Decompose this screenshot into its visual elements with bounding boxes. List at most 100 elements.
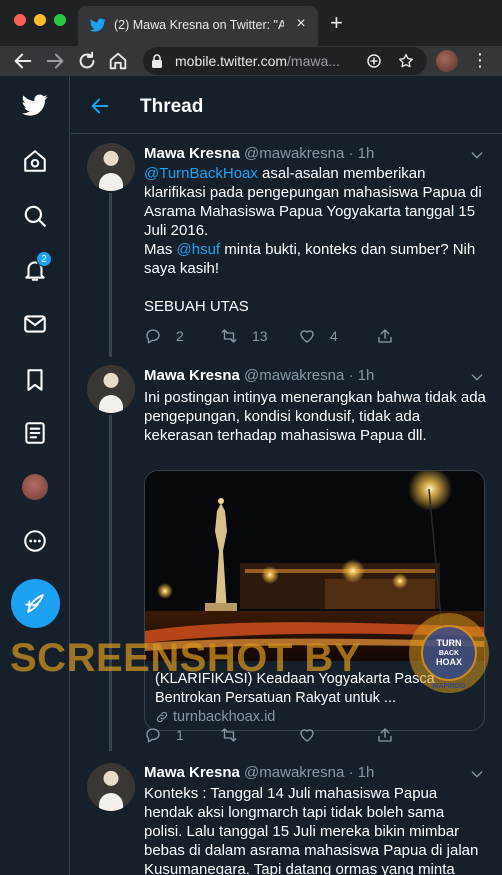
like-button[interactable]: 4 [298, 326, 338, 346]
avatar[interactable] [87, 365, 135, 413]
search-icon [24, 205, 46, 227]
retweet-button[interactable]: 13 [220, 326, 268, 346]
profile-avatar[interactable] [22, 474, 48, 500]
compose-tweet-button[interactable] [11, 579, 60, 628]
author-handle[interactable]: @mawakresna · 1h [244, 145, 374, 162]
mail-icon [24, 315, 46, 333]
twitter-bird-icon [22, 94, 48, 116]
retweet-count: 13 [252, 328, 268, 344]
back-arrow-icon[interactable] [12, 50, 34, 72]
url-host: mobile.twitter.com [175, 53, 288, 69]
thread-header: Thread [71, 76, 502, 134]
tweet[interactable]: Mawa Kresna @mawakresna · 1h @TurnBackHo… [71, 135, 502, 357]
chevron-down-icon[interactable] [469, 369, 485, 385]
url-text: mobile.twitter.com/mawa... [175, 53, 340, 69]
compose-icon [25, 594, 44, 613]
watermark-text: SCREENSHOT BY [10, 636, 361, 680]
thread-connector [109, 193, 112, 357]
card-domain: turnbackhoax.id [155, 709, 275, 725]
nav-lists[interactable] [20, 418, 50, 448]
author-name[interactable]: Mawa Kresna [144, 367, 240, 384]
tweet-meta: Mawa Kresna @mawakresna · 1h [144, 764, 374, 781]
tab-close-button[interactable]: × [292, 15, 310, 33]
author-handle[interactable]: @mawakresna · 1h [244, 764, 374, 781]
tweet-text: @TurnBackHoax asal-asalan memberikan kla… [144, 164, 486, 316]
forward-arrow-icon[interactable] [44, 50, 66, 72]
author-name[interactable]: Mawa Kresna [144, 145, 240, 162]
tab-title: (2) Mawa Kresna on Twitter: "A [114, 18, 284, 32]
browser-tabbar: (2) Mawa Kresna on Twitter: "A × + [0, 0, 502, 46]
more-icon [24, 530, 46, 552]
reply-count: 1 [176, 727, 184, 743]
heart-icon [300, 330, 314, 343]
turnbackhoax-logo: TURN BACK HOAX MAFINDO [409, 613, 489, 693]
author-handle[interactable]: @mawakresna · 1h [244, 367, 374, 384]
bookmark-star-icon[interactable] [397, 52, 415, 70]
lock-icon [152, 54, 162, 68]
tweet-text: Konteks : Tanggal 14 Juli mahasiswa Papu… [144, 785, 479, 875]
nav-explore[interactable] [20, 201, 50, 231]
tweet-meta: Mawa Kresna @mawakresna · 1h [144, 367, 374, 384]
tweet-actions: 1 [144, 725, 484, 745]
home-page-icon[interactable] [107, 50, 129, 72]
thread-connector [109, 415, 112, 751]
link-icon [156, 711, 168, 723]
mention-link[interactable]: @TurnBackHoax [144, 165, 258, 182]
bookmark-icon [27, 369, 43, 391]
reply-count: 2 [176, 328, 184, 344]
tweet-text: Ini postingan intinya menerangkan bahwa … [144, 389, 486, 444]
window-close-button[interactable] [14, 14, 26, 26]
browser-profile-avatar[interactable] [436, 50, 458, 72]
like-count: 4 [330, 328, 338, 344]
reply-button[interactable]: 1 [144, 725, 184, 745]
reply-button[interactable]: 2 [144, 326, 184, 346]
card-domain-text: turnbackhoax.id [173, 709, 276, 725]
tweet[interactable]: Mawa Kresna @mawakresna · 1h Konteks : T… [71, 751, 502, 875]
tweet-actions: 2 13 4 [144, 326, 484, 346]
logo-text-turn: TURN [437, 638, 462, 648]
window-zoom-button[interactable] [54, 14, 66, 26]
home-icon [24, 150, 46, 172]
twitter-logo[interactable] [20, 90, 50, 120]
avatar[interactable] [87, 143, 135, 191]
chevron-down-icon[interactable] [469, 147, 485, 163]
browser-toolbar: mobile.twitter.com/mawa... ⋮ [0, 46, 502, 76]
install-app-icon[interactable] [365, 52, 383, 70]
mention-link[interactable]: @hsuf [177, 241, 221, 258]
nav-home[interactable] [20, 146, 50, 176]
retweet-icon [221, 329, 237, 343]
like-button[interactable] [298, 725, 330, 745]
tweet-meta: Mawa Kresna @mawakresna · 1h [144, 145, 374, 162]
list-icon [25, 422, 45, 444]
browser-menu-button[interactable]: ⋮ [470, 49, 490, 73]
nav-messages[interactable] [20, 309, 50, 339]
back-arrow-icon[interactable] [89, 95, 111, 117]
nav-notifications[interactable]: 2 [20, 251, 52, 285]
nav-more[interactable] [20, 526, 50, 556]
new-tab-button[interactable]: + [330, 12, 343, 34]
tweet-text-part: Mas [144, 241, 177, 258]
reload-icon[interactable] [76, 50, 98, 72]
address-bar[interactable]: mobile.twitter.com/mawa... [143, 47, 427, 75]
chevron-down-icon[interactable] [469, 766, 485, 782]
twitter-sidebar: 2 [0, 76, 70, 875]
window-minimize-button[interactable] [34, 14, 46, 26]
nav-bookmarks[interactable] [20, 365, 50, 395]
retweet-icon [221, 728, 237, 742]
retweet-button[interactable] [220, 725, 252, 745]
heart-icon [300, 729, 314, 742]
page-title: Thread [140, 96, 204, 117]
share-button[interactable] [376, 725, 408, 745]
share-button[interactable] [376, 326, 408, 346]
notification-badge: 2 [36, 251, 52, 267]
reply-icon [146, 728, 160, 743]
share-icon [378, 728, 392, 742]
twitter-bird-icon [90, 18, 106, 32]
logo-text-back: BACK [439, 650, 459, 657]
reply-icon [146, 329, 160, 344]
author-name[interactable]: Mawa Kresna [144, 764, 240, 781]
share-icon [378, 329, 392, 343]
browser-tab[interactable]: (2) Mawa Kresna on Twitter: "A × [78, 6, 318, 46]
logo-text-mafindo: MAFINDO [433, 683, 466, 690]
avatar[interactable] [87, 763, 135, 811]
